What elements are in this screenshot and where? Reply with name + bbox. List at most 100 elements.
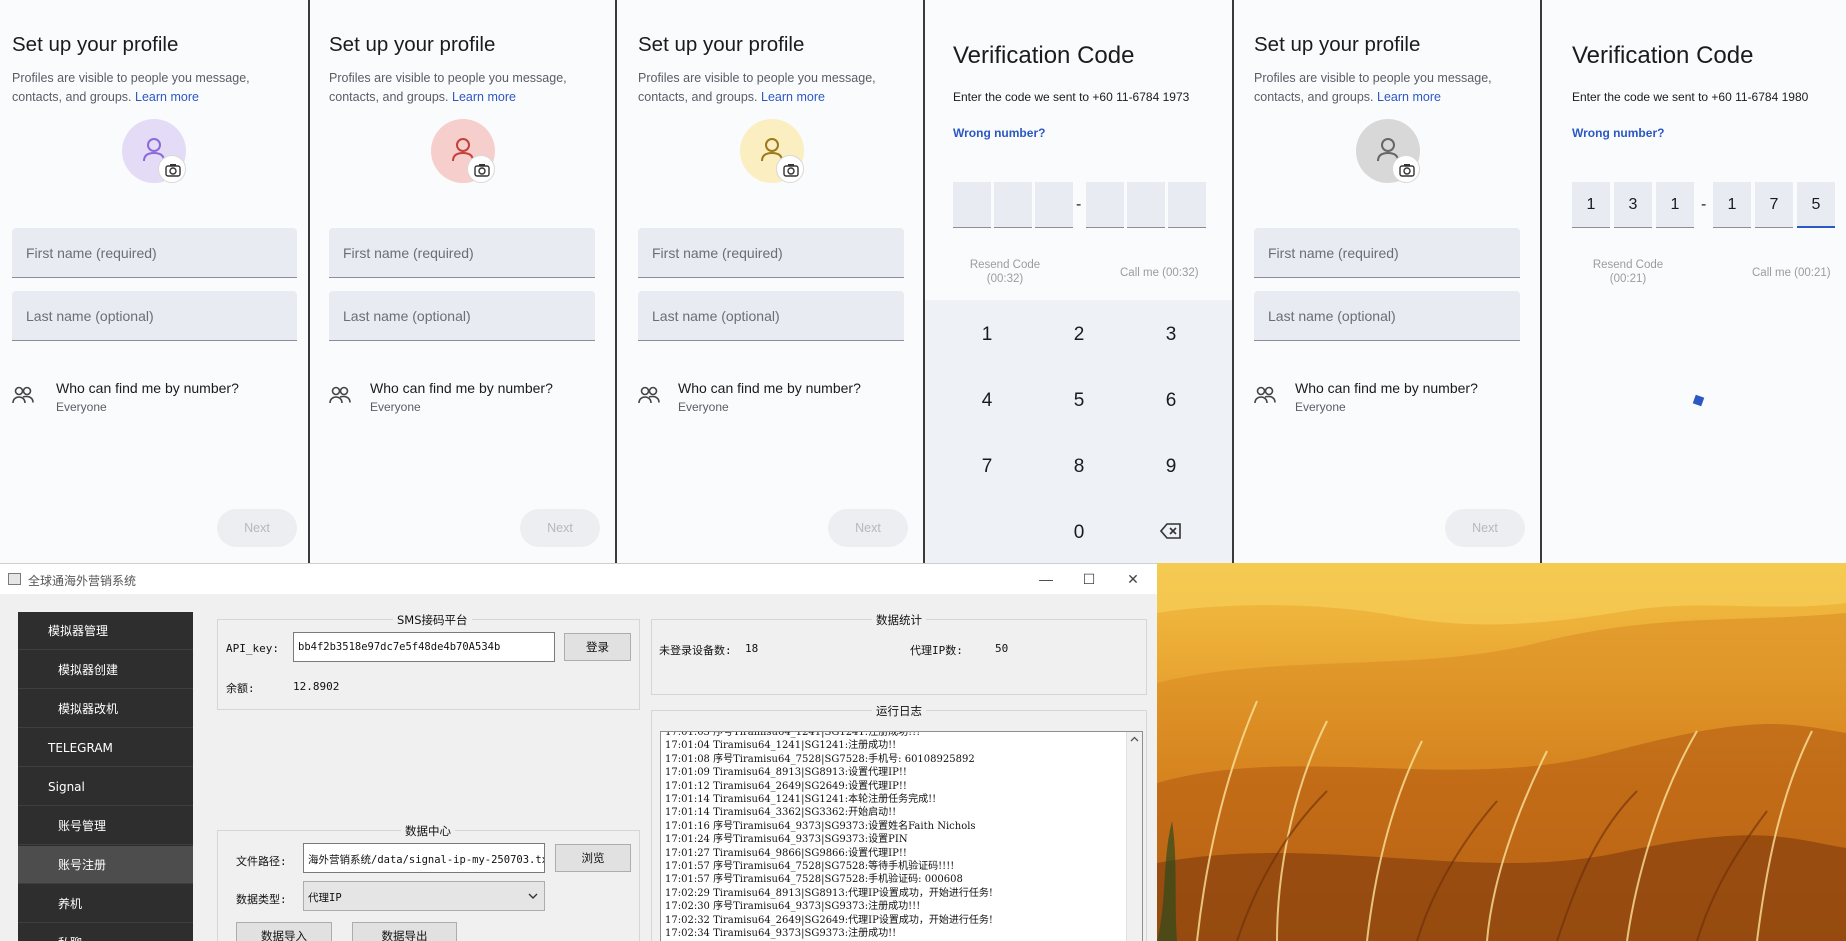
avatar[interactable]: [740, 119, 804, 183]
code-digit-box[interactable]: [994, 182, 1032, 228]
camera-icon[interactable]: [467, 155, 495, 183]
code-digit-box[interactable]: 7: [1755, 182, 1793, 228]
learn-more-link[interactable]: Learn more: [135, 90, 199, 104]
code-digit-box[interactable]: [1035, 182, 1073, 228]
code-digit-box[interactable]: 3: [1614, 182, 1652, 228]
balance-value: 12.8902: [293, 680, 340, 693]
page-title: Verification Code: [1572, 42, 1754, 69]
log-line: 17:01:09 Tiramisu64_8913|SG8913:设置代理IP!!: [665, 767, 907, 779]
log-line: 17:01:03 序号Tiramisu64_1241|SG1241:注册成功!!…: [665, 731, 921, 738]
learn-more-link[interactable]: Learn more: [452, 90, 516, 104]
file-path-input[interactable]: 海外营销系统/data/signal-ip-my-250703.txt: [303, 843, 545, 873]
key-5[interactable]: 5: [1049, 390, 1109, 412]
sidebar-item-account-mgmt[interactable]: 账号管理: [18, 807, 193, 845]
next-button[interactable]: Next: [217, 509, 297, 547]
data-type-select[interactable]: 代理IP: [303, 881, 545, 911]
sidebar-item-simulator-create[interactable]: 模拟器创建: [18, 651, 193, 689]
first-name-field[interactable]: First name (required): [12, 228, 297, 278]
who-can-find-value: Everyone: [370, 400, 421, 414]
avatar[interactable]: [122, 119, 186, 183]
group-icon: [1254, 386, 1276, 404]
sidebar-item-account-register[interactable]: 账号注册: [18, 846, 193, 884]
first-name-field[interactable]: First name (required): [1254, 228, 1520, 278]
stats-group-title: 数据统计: [872, 612, 926, 628]
sidebar: 模拟器管理 模拟器创建 模拟器改机 TELEGRAM Signal 账号管理 账…: [18, 612, 193, 941]
minimize-icon[interactable]: —: [1031, 568, 1061, 590]
scroll-up-icon[interactable]: [1130, 736, 1139, 742]
who-can-find-label[interactable]: Who can find me by number?: [678, 380, 861, 396]
call-me-button[interactable]: Call me (00:32): [1120, 267, 1199, 279]
key-7[interactable]: 7: [957, 456, 1017, 478]
next-button[interactable]: Next: [1445, 509, 1525, 547]
key-4[interactable]: 4: [957, 390, 1017, 412]
log-line: 17:01:16 序号Tiramisu64_9373|SG9373:设置姓名Fa…: [665, 820, 976, 832]
who-can-find-label[interactable]: Who can find me by number?: [56, 380, 239, 396]
first-name-field[interactable]: First name (required): [329, 228, 595, 278]
key-6[interactable]: 6: [1141, 390, 1201, 412]
profile-description: Profiles are visible to people you messa…: [12, 71, 250, 104]
key-2[interactable]: 2: [1049, 324, 1109, 346]
data-import-button[interactable]: 数据导入: [236, 922, 332, 941]
backspace-icon[interactable]: [1160, 522, 1182, 540]
next-button[interactable]: Next: [520, 509, 600, 547]
wrong-number-link[interactable]: Wrong number?: [1572, 126, 1664, 140]
code-digit-box[interactable]: [953, 182, 991, 228]
last-name-field[interactable]: Last name (optional): [1254, 291, 1520, 341]
camera-icon[interactable]: [776, 155, 804, 183]
sidebar-item-telegram[interactable]: TELEGRAM: [18, 729, 193, 767]
api-key-input[interactable]: bb4f2b3518e97dc7e5f48de4b70A534b: [293, 632, 555, 662]
data-export-button[interactable]: 数据导出: [352, 922, 457, 941]
code-digit-box[interactable]: 1: [1572, 182, 1610, 228]
profile-screen-1: Set up your profile Profiles are visible…: [0, 0, 310, 563]
avatar[interactable]: [431, 119, 495, 183]
maximize-icon[interactable]: ☐: [1074, 568, 1104, 590]
page-title: Verification Code: [953, 42, 1135, 69]
code-digit-box[interactable]: 1: [1713, 182, 1751, 228]
browse-button[interactable]: 浏览: [555, 844, 631, 872]
last-name-field[interactable]: Last name (optional): [329, 291, 595, 341]
group-icon: [12, 386, 34, 404]
learn-more-link[interactable]: Learn more: [761, 90, 825, 104]
code-separator: -: [1076, 196, 1082, 213]
close-icon[interactable]: ✕: [1118, 568, 1148, 590]
sidebar-item-private-chat[interactable]: 私聊: [18, 924, 193, 941]
first-name-field[interactable]: First name (required): [638, 228, 904, 278]
log-lines: 17:01:03 序号Tiramisu64_1241|SG1241:注册成功!!…: [661, 731, 1142, 941]
sidebar-item-signal[interactable]: Signal: [18, 768, 193, 806]
learn-more-link[interactable]: Learn more: [1377, 90, 1441, 104]
camera-icon[interactable]: [158, 155, 186, 183]
log-scrollbar[interactable]: [1126, 732, 1142, 941]
who-can-find-label[interactable]: Who can find me by number?: [1295, 380, 1478, 396]
code-digit-box[interactable]: [1127, 182, 1165, 228]
next-button[interactable]: Next: [828, 509, 908, 547]
who-can-find-label[interactable]: Who can find me by number?: [370, 380, 553, 396]
last-name-field[interactable]: Last name (optional): [638, 291, 904, 341]
key-0[interactable]: 0: [1049, 522, 1109, 544]
log-group-title: 运行日志: [872, 703, 926, 719]
key-8[interactable]: 8: [1049, 456, 1109, 478]
code-digit-box[interactable]: [1086, 182, 1124, 228]
sidebar-item-warmup[interactable]: 养机: [18, 885, 193, 923]
resend-code-button[interactable]: Resend Code (00:32): [965, 258, 1045, 286]
code-digit-box[interactable]: [1168, 182, 1206, 228]
call-me-button[interactable]: Call me (00:21): [1752, 267, 1831, 279]
loading-spinner: [1692, 394, 1705, 407]
code-digit-box[interactable]: 5: [1797, 182, 1835, 228]
key-1[interactable]: 1: [957, 324, 1017, 346]
sidebar-item-simulator-modify[interactable]: 模拟器改机: [18, 690, 193, 728]
resend-code-button[interactable]: Resend Code (00:21): [1588, 258, 1668, 286]
group-icon: [329, 386, 351, 404]
sidebar-item-simulator-mgmt[interactable]: 模拟器管理: [18, 612, 193, 650]
title-bar: 全球通海外营销系统 — ☐ ✕: [0, 564, 1157, 594]
login-button[interactable]: 登录: [564, 633, 631, 661]
key-9[interactable]: 9: [1141, 456, 1201, 478]
chevron-down-icon: [528, 893, 538, 899]
last-name-field[interactable]: Last name (optional): [12, 291, 297, 341]
log-output[interactable]: 17:01:03 序号Tiramisu64_1241|SG1241:注册成功!!…: [660, 731, 1143, 941]
camera-icon[interactable]: [1392, 155, 1420, 183]
wrong-number-link[interactable]: Wrong number?: [953, 126, 1045, 140]
page-title: Set up your profile: [12, 33, 179, 56]
key-3[interactable]: 3: [1141, 324, 1201, 346]
code-digit-box[interactable]: 1: [1656, 182, 1694, 228]
avatar[interactable]: [1356, 119, 1420, 183]
